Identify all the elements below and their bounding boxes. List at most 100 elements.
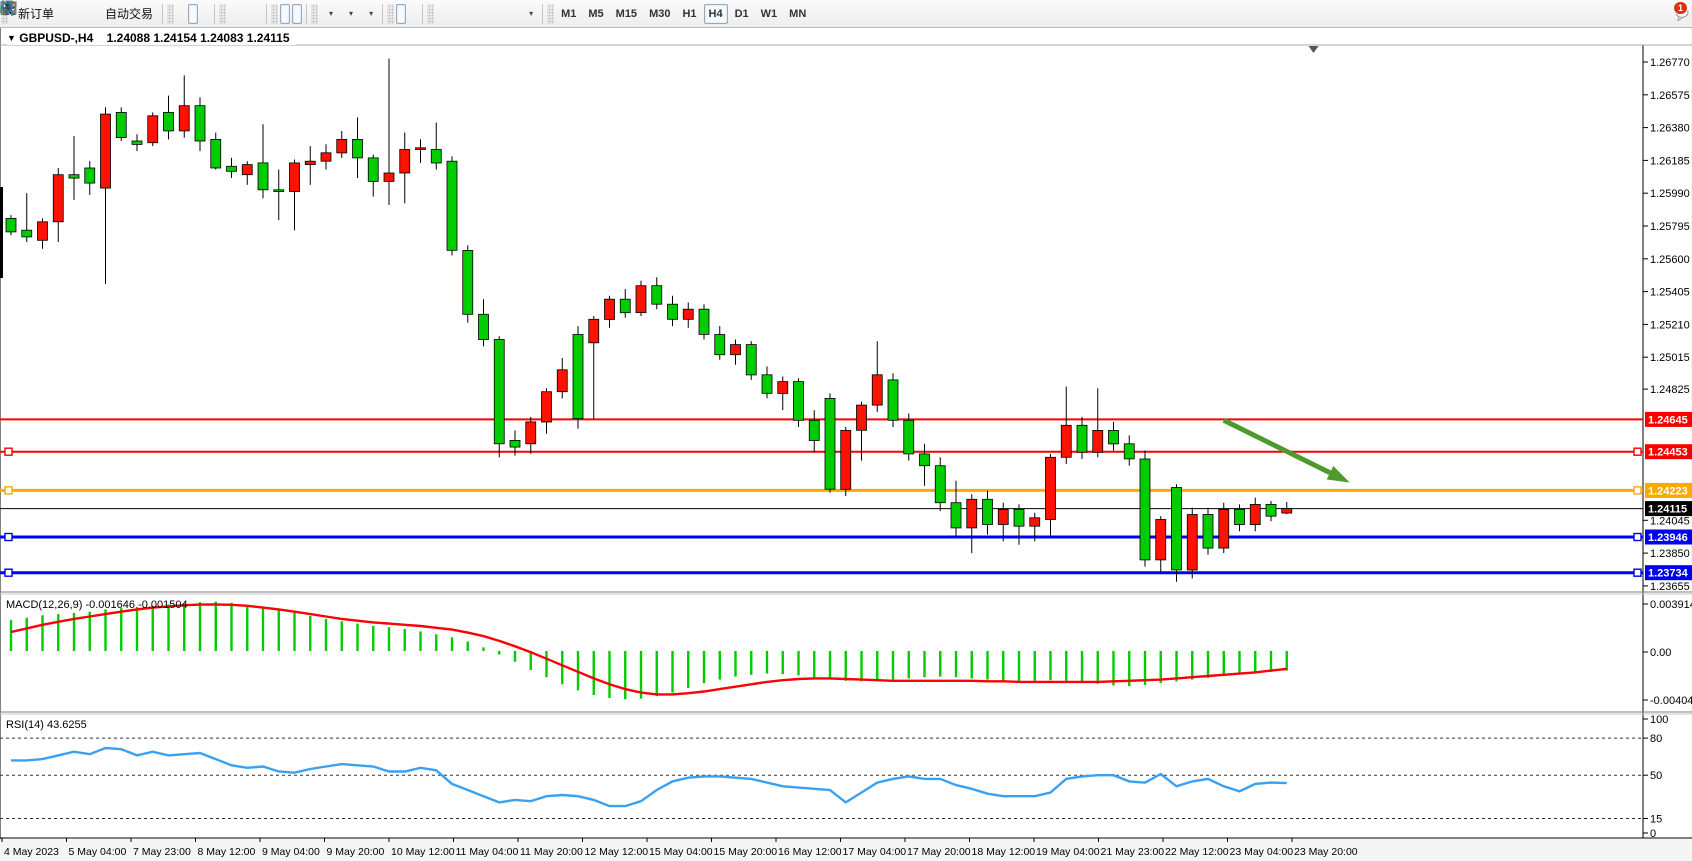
mt4-terminal-window: { "toolbar": { "groups": [ {"name":"trad… — [0, 0, 1692, 861]
candle — [463, 250, 473, 314]
candle — [38, 222, 48, 241]
toolbar-group-zoom — [227, 0, 263, 27]
candle — [731, 345, 741, 355]
macd-tick-label: 0.003914 — [1650, 599, 1692, 611]
line-anchor-handle — [1634, 534, 1641, 541]
price-tick-label: 1.26770 — [1650, 57, 1690, 69]
trendline-tool-button[interactable] — [460, 4, 470, 24]
price-tick-label: 1.26380 — [1650, 123, 1690, 135]
candle — [794, 382, 804, 421]
candle — [1014, 509, 1024, 526]
candle — [888, 380, 898, 420]
dropdown-caret-icon[interactable]: ▾ — [369, 9, 373, 18]
toolbar-grip[interactable] — [311, 4, 318, 24]
date-tick-label: 9 May 04:00 — [262, 846, 320, 858]
periods-menu-button[interactable]: ▾ — [340, 4, 358, 24]
line-anchor-handle — [1634, 448, 1641, 455]
candle — [1124, 444, 1134, 459]
period-d1-button[interactable]: D1 — [730, 4, 754, 24]
equidistant-channel-tool-button[interactable]: E — [472, 4, 482, 24]
text-label-tool-button[interactable]: T — [508, 4, 518, 24]
dropdown-caret-icon[interactable]: ▾ — [329, 9, 333, 18]
candle — [85, 168, 95, 183]
new-order-button[interactable]: 新订单 — [10, 4, 59, 24]
toolbar-grip[interactable] — [547, 4, 554, 24]
date-tick-label: 9 May 20:00 — [327, 846, 385, 858]
candle — [620, 299, 630, 313]
zoom-in-button[interactable] — [228, 4, 238, 24]
toolbar-grip[interactable] — [219, 4, 226, 24]
text-tool-button[interactable]: A — [496, 4, 506, 24]
fibonacci-tool-button[interactable]: F — [484, 4, 494, 24]
toolbar-group-chart-type — [175, 0, 211, 27]
chart-shift-button[interactable] — [292, 4, 302, 24]
toolbar-grip[interactable] — [167, 4, 174, 24]
period-h4-button[interactable]: H4 — [704, 4, 728, 24]
candle — [1266, 504, 1276, 516]
period-m5-button[interactable]: M5 — [583, 4, 608, 24]
toolbar-separator — [542, 4, 543, 24]
date-tick-label: 17 May 04:00 — [843, 846, 907, 858]
line-anchor-handle — [5, 487, 12, 494]
chart-title: ▼ GBPUSD-,H4 1.24088 1.24154 1.24083 1.2… — [7, 31, 296, 45]
vertical-line-tool-button[interactable] — [436, 4, 446, 24]
price-tick-label: 1.25015 — [1650, 352, 1690, 364]
indicators-menu-button[interactable]: ▾ — [320, 4, 338, 24]
candle — [510, 440, 520, 447]
notifications-button[interactable]: 1 — [1673, 4, 1683, 24]
candle — [1187, 515, 1197, 571]
cursor-tool-button[interactable] — [396, 4, 406, 24]
candlestick-chart-button[interactable] — [188, 4, 198, 24]
date-tick-label: 4 May 2023 — [4, 846, 59, 858]
date-tick-label: 5 May 04:00 — [69, 846, 127, 858]
candle — [1061, 425, 1071, 457]
price-tick-label: 1.26575 — [1650, 90, 1690, 102]
period-h1-button[interactable]: H1 — [677, 4, 701, 24]
svg-text:1.24223: 1.24223 — [1648, 485, 1688, 497]
candle — [116, 112, 126, 137]
styler-button[interactable] — [61, 4, 71, 24]
date-tick-label: 17 May 20:00 — [907, 846, 971, 858]
rsi-tick-label: 50 — [1650, 770, 1662, 782]
price-tick-label: 1.25405 — [1650, 287, 1690, 299]
toolbar-grip[interactable] — [427, 4, 434, 24]
toolbar-grip[interactable] — [271, 4, 278, 24]
search-button[interactable] — [1655, 4, 1665, 24]
candle — [274, 190, 284, 192]
zoom-out-button[interactable] — [240, 4, 250, 24]
chart-canvas[interactable]: 1.267701.265751.263801.261851.259901.257… — [0, 0, 1692, 861]
candle — [1093, 430, 1103, 452]
date-tick-label: 15 May 04:00 — [649, 846, 713, 858]
candle — [1172, 488, 1182, 570]
auto-trading-button[interactable]: 自动交易 — [97, 4, 158, 24]
candle — [746, 345, 756, 375]
line-chart-button[interactable] — [200, 4, 210, 24]
candle — [1219, 509, 1229, 548]
svg-text:1.24453: 1.24453 — [1648, 447, 1688, 459]
period-mn-button[interactable]: MN — [784, 4, 811, 24]
chart-title-collapse-icon[interactable]: ▼ — [7, 33, 16, 43]
rsi-tick-label: 80 — [1650, 733, 1662, 745]
candle — [983, 499, 993, 524]
dropdown-caret-icon[interactable]: ▾ — [349, 9, 353, 18]
tile-windows-button[interactable] — [252, 4, 262, 24]
candle — [636, 286, 646, 313]
period-w1-button[interactable]: W1 — [756, 4, 783, 24]
toolbar-grip[interactable] — [387, 4, 394, 24]
bar-chart-button[interactable] — [176, 4, 186, 24]
period-m30-button[interactable]: M30 — [644, 4, 675, 24]
rsi-tick-label: 15 — [1650, 814, 1662, 826]
dropdown-caret-icon[interactable]: ▾ — [529, 9, 533, 18]
templates-menu-button[interactable]: ▾ — [360, 4, 378, 24]
period-m15-button[interactable]: M15 — [611, 4, 642, 24]
profiles-button[interactable] — [73, 4, 83, 24]
horizontal-line-tool-button[interactable] — [448, 4, 458, 24]
candle — [195, 106, 205, 141]
arrows-tool-button[interactable]: ▾ — [520, 4, 538, 24]
auto-scroll-button[interactable] — [280, 4, 290, 24]
candle — [652, 286, 662, 305]
signals-button[interactable] — [85, 4, 95, 24]
crosshair-tool-button[interactable] — [408, 4, 418, 24]
price-tick-label: 1.23655 — [1650, 581, 1690, 593]
period-m1-button[interactable]: M1 — [556, 4, 581, 24]
